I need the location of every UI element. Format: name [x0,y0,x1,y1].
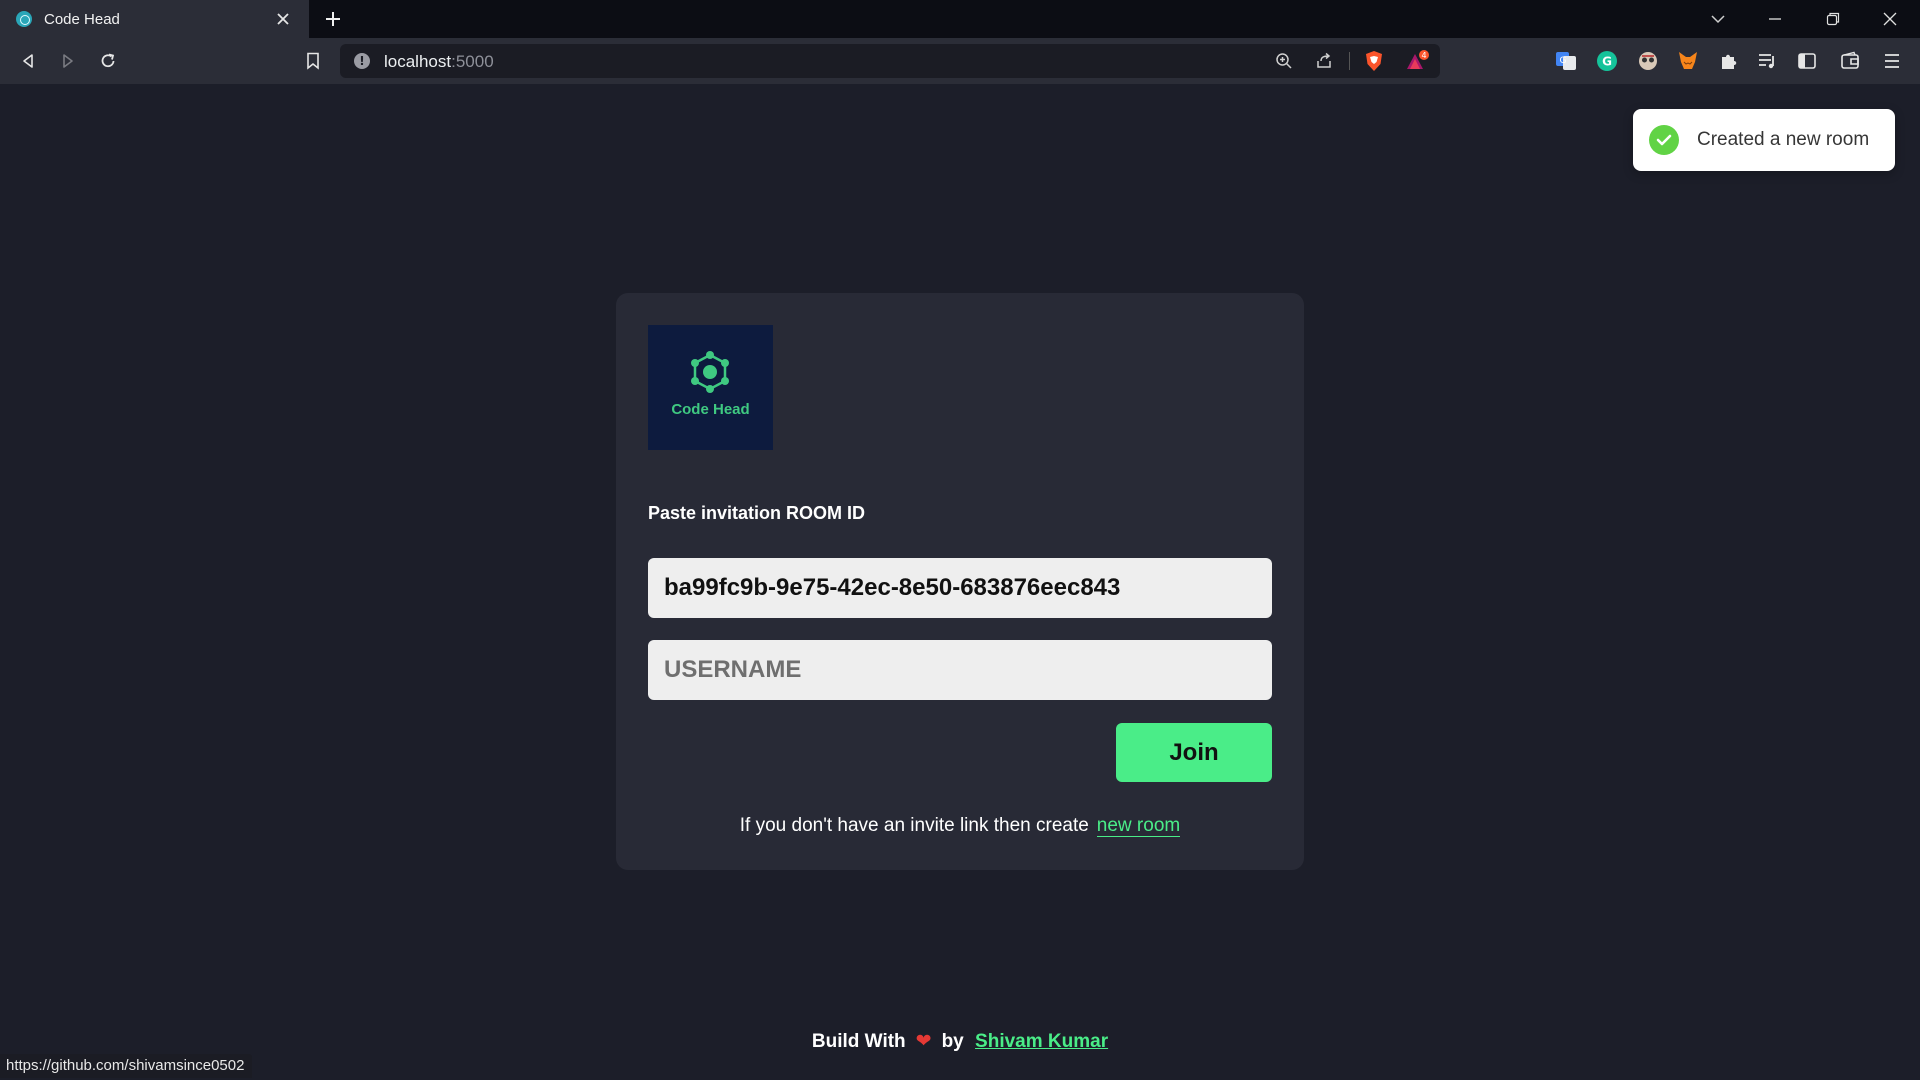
author-link[interactable]: Shivam Kumar [975,1031,1108,1052]
reload-icon[interactable] [94,47,122,75]
join-button[interactable]: Join [1116,723,1272,782]
grammarly-icon[interactable]: G [1595,49,1619,73]
omnibox-separator [1349,52,1350,70]
heart-icon: ❤ [915,1031,932,1052]
site-info-icon[interactable]: ! [354,53,370,69]
zoom-icon[interactable] [1272,49,1296,73]
close-window-icon[interactable] [1876,5,1904,33]
restore-window-icon[interactable] [1819,5,1847,33]
svg-text:G: G [1602,55,1612,69]
sidebar-toggle-icon[interactable] [1795,49,1819,73]
logo-text: Code Head [671,401,750,418]
brave-shields-icon[interactable] [1362,49,1386,73]
brave-rewards-icon[interactable]: 4 [1403,49,1433,73]
playlist-icon[interactable] [1755,49,1779,73]
address-bar[interactable]: ! localhost:5000 4 [340,44,1440,78]
join-room-card: Code Head Paste invitation ROOM ID Join … [616,293,1304,870]
forward-icon[interactable] [54,47,82,75]
tab-title: Code Head [44,10,120,28]
google-translate-icon[interactable]: G [1554,49,1578,73]
create-room-text: If you don't have an invite link then cr… [739,815,1089,836]
new-room-link[interactable]: new room [1096,815,1181,837]
browser-toolbar: ! localhost:5000 4 G G [0,38,1920,84]
extensions-puzzle-icon[interactable] [1717,49,1741,73]
close-tab-icon[interactable] [271,7,295,31]
svg-text:G: G [1560,56,1567,66]
toast-message: Created a new room [1697,129,1870,150]
footer-build-with: Build With [811,1031,906,1052]
room-id-input[interactable] [648,558,1272,618]
rewards-badge-count: 4 [1421,51,1426,60]
minimize-window-icon[interactable] [1761,5,1789,33]
browser-tab-active[interactable]: Code Head [0,0,309,38]
hexagon-network-icon [691,351,729,393]
footer-by: by [941,1031,964,1052]
metamask-fox-icon[interactable] [1676,49,1700,73]
new-tab-plus-icon[interactable] [320,6,346,32]
bookmark-icon[interactable] [299,47,327,75]
create-room-info: If you don't have an invite link then cr… [616,815,1304,837]
tab-search-chevron-down-icon[interactable] [1704,5,1732,33]
success-toast: Created a new room [1633,109,1895,171]
tab-favicon-icon [16,11,32,27]
link-status-bubble: https://github.com/shivamsince0502 [0,1054,253,1078]
footer: Build With ❤ by Shivam Kumar [0,1030,1920,1053]
address-url[interactable]: localhost:5000 [384,52,494,72]
mask-extension-icon[interactable] [1636,49,1660,73]
back-icon[interactable] [14,47,42,75]
code-head-logo: Code Head [648,325,773,450]
url-port: :5000 [451,52,494,71]
browser-titlebar: Code Head [0,0,1920,38]
room-id-label: Paste invitation ROOM ID [648,503,866,523]
url-host: localhost [384,52,452,71]
wallet-icon[interactable] [1838,49,1862,73]
check-circle-icon [1649,125,1679,155]
share-icon[interactable] [1312,49,1336,73]
browser-menu-icon[interactable] [1880,49,1904,73]
username-input[interactable] [648,640,1272,700]
